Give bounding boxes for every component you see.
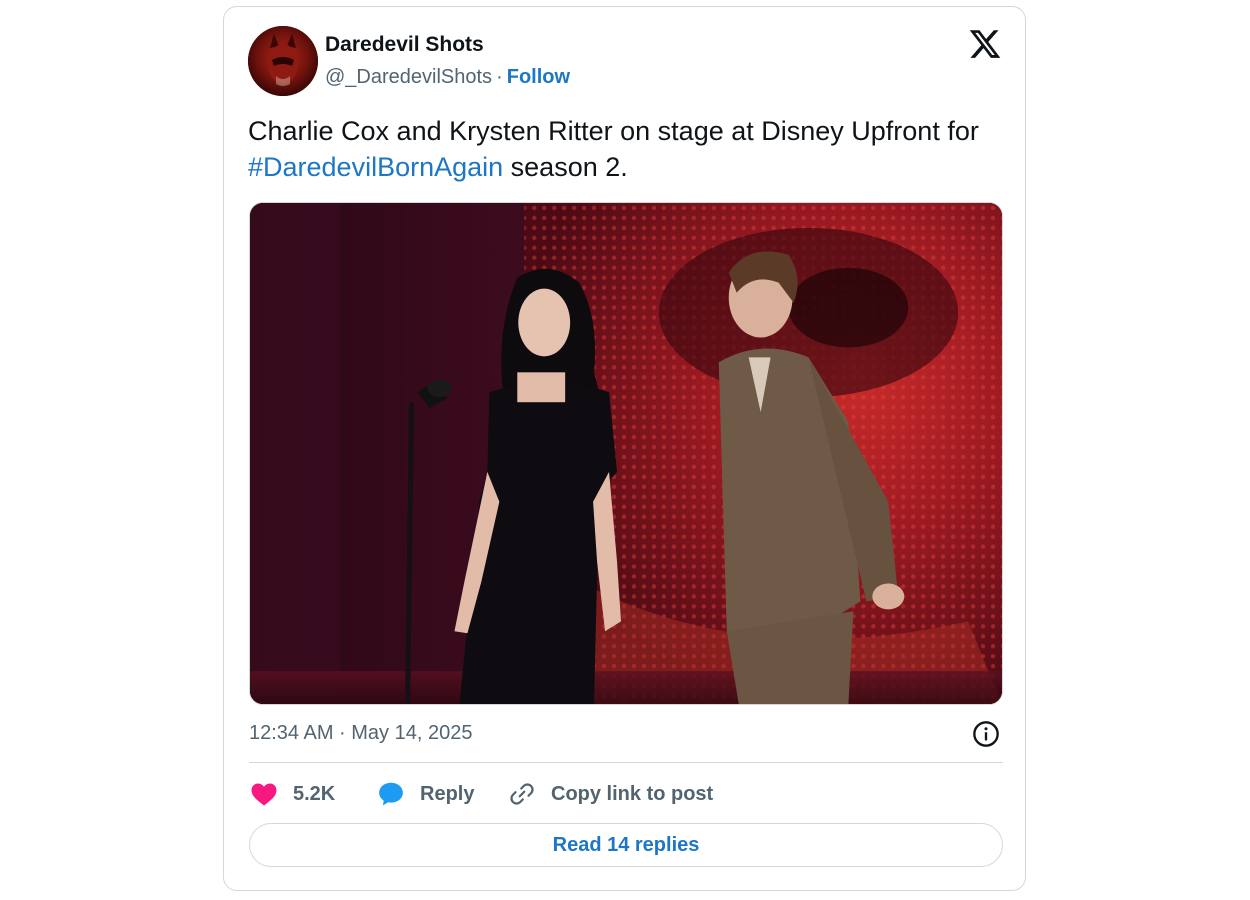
daredevil-avatar-image — [248, 26, 318, 96]
speech-bubble-icon — [376, 779, 406, 809]
tweet-timestamp[interactable]: 12:34 AM · May 14, 2025 — [249, 722, 472, 745]
divider — [249, 762, 1003, 763]
reply-button[interactable]: Reply — [376, 778, 474, 810]
follow-link[interactable]: Follow — [507, 66, 570, 88]
heart-icon — [249, 779, 279, 809]
link-icon — [507, 779, 537, 809]
tweet-card: Daredevil Shots @_DaredevilShots · Follow … — [223, 6, 1026, 891]
author-avatar[interactable] — [248, 26, 318, 96]
copy-link-button[interactable]: Copy link to post — [507, 778, 713, 810]
hashtag-link[interactable]: #DaredevilBornAgain — [248, 152, 503, 182]
author-name[interactable]: Daredevil Shots — [325, 33, 484, 57]
read-replies-button[interactable]: Read 14 replies — [249, 823, 1003, 867]
copy-link-label: Copy link to post — [551, 782, 714, 805]
like-count: 5.2K — [293, 782, 336, 805]
author-handle-line: @_DaredevilShots · Follow — [325, 66, 570, 89]
tweet-photo[interactable] — [249, 202, 1003, 705]
x-logo-icon[interactable] — [968, 27, 1002, 61]
read-replies-label: Read 14 replies — [552, 833, 700, 856]
author-handle[interactable]: @_DaredevilShots — [325, 66, 492, 88]
like-button[interactable]: 5.2K — [249, 778, 335, 810]
handle-separator: · — [496, 66, 503, 88]
stage-photo-image — [250, 203, 1002, 704]
tweet-text-part-2: season 2. — [503, 152, 628, 182]
info-icon[interactable] — [972, 720, 1000, 748]
reply-label: Reply — [420, 782, 475, 805]
tweet-text-part-1: Charlie Cox and Krysten Ritter on stage … — [248, 116, 979, 146]
tweet-text: Charlie Cox and Krysten Ritter on stage … — [248, 113, 1008, 185]
